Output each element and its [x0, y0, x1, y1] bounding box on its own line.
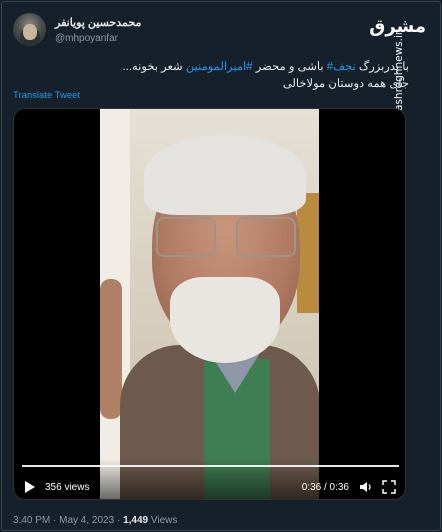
avatar[interactable] — [13, 13, 46, 46]
video-frame[interactable] — [100, 109, 319, 499]
translate-tweet-link[interactable]: Translate Tweet — [13, 90, 80, 101]
tweet-header: محمدحسین پویانفر @mhpoyanfar — [13, 13, 141, 46]
eyeglasses — [156, 217, 296, 261]
tweet-views-count: 1,449 — [123, 515, 149, 526]
video-views: 356 views — [45, 481, 90, 493]
tweet-text-part2: باشی و محضر — [252, 61, 327, 73]
tweet-views-label: Views — [150, 515, 178, 526]
hashtag-amiralmomenin[interactable]: #امیرالمومنین — [186, 61, 253, 73]
display-name[interactable]: محمدحسین پویانفر — [55, 16, 141, 29]
white-hair — [144, 135, 306, 215]
volume-icon[interactable] — [359, 480, 373, 494]
tweet-text: با پدربزرگ نجف# باشی و محضر #امیرالمومنی… — [39, 59, 409, 93]
avatar-face — [22, 23, 37, 40]
fullscreen-icon[interactable] — [382, 480, 396, 494]
user-handle[interactable]: @mhpoyanfar — [55, 33, 141, 44]
tweet-card: محمدحسین پویانفر @mhpoyanfar مشرق mashre… — [1, 1, 441, 531]
hashtag-najaf[interactable]: نجف# — [327, 61, 356, 73]
video-progress-bar[interactable] — [22, 465, 399, 467]
white-beard — [170, 277, 280, 363]
right-lens — [236, 217, 296, 257]
background-shelf — [297, 193, 319, 313]
video-player[interactable]: 356 views 0:36 / 0:36 — [13, 108, 406, 500]
tweet-meta: 3:40 PM · May 4, 2023 · 1,449 Views — [13, 515, 177, 526]
raised-hand — [100, 279, 122, 419]
tweet-line-1: با پدربزرگ نجف# باشی و محضر #امیرالمومنی… — [39, 59, 409, 76]
video-controls: 356 views 0:36 / 0:36 — [14, 477, 405, 497]
tweet-line-2: جای همه دوستان مولاخالی — [282, 78, 409, 90]
tweet-date[interactable]: May 4, 2023 — [59, 515, 114, 526]
play-icon[interactable] — [24, 480, 36, 494]
author-names: محمدحسین پویانفر @mhpoyanfar — [55, 16, 141, 44]
video-time: 0:36 / 0:36 — [301, 481, 349, 493]
tweet-text-part3: شعر بخونه... — [122, 61, 186, 73]
tweet-text-part1: با پدربزرگ — [355, 61, 409, 73]
left-lens — [156, 217, 216, 257]
tweet-time[interactable]: 3:40 PM — [13, 515, 50, 526]
